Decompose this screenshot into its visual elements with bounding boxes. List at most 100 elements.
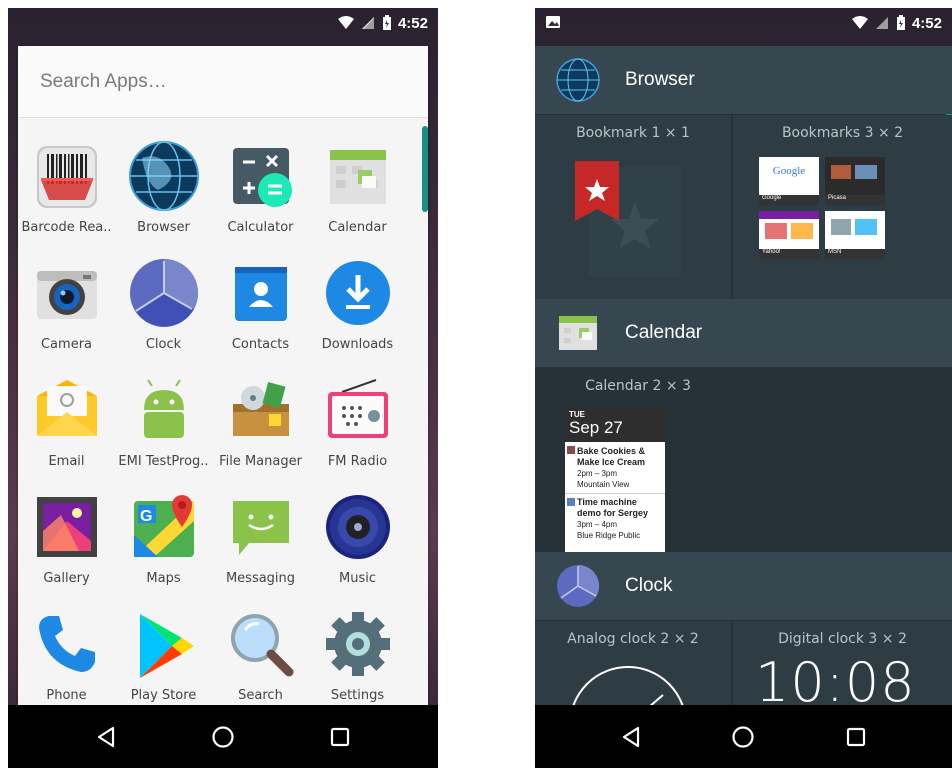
widget-analog-clock-2x2[interactable]: Analog clock 2 × 2	[535, 621, 731, 705]
browser-globe-icon	[128, 141, 199, 211]
thumb-msn: MSN	[825, 211, 885, 259]
phone-app-drawer: 4:52 Barcode Rea..	[8, 8, 438, 768]
status-time: 4:52	[397, 14, 428, 32]
contacts-icon	[234, 267, 287, 321]
home-button[interactable]	[728, 722, 758, 752]
search-bar[interactable]	[18, 46, 428, 118]
search-apps-input[interactable]	[40, 70, 380, 93]
calendar-preview-header: TUE Sep 27	[565, 408, 665, 442]
clock-icon	[129, 259, 198, 327]
app-settings[interactable]: Settings	[309, 598, 406, 715]
analog-clock-preview	[572, 666, 684, 705]
widget-bookmarks-3x2[interactable]: Bookmarks 3 × 2 Google Google Picasa Yah…	[733, 115, 952, 299]
app-email[interactable]: Email	[18, 364, 115, 481]
settings-icon	[325, 612, 390, 676]
app-phone[interactable]: Phone	[18, 598, 115, 715]
app-label: Browser	[137, 220, 190, 235]
back-icon	[98, 726, 115, 747]
drawer-scrollbar[interactable]	[422, 126, 428, 212]
app-label: Email	[48, 454, 85, 469]
status-bar: 4:52	[8, 8, 438, 38]
app-calendar[interactable]: Calendar	[309, 130, 406, 247]
calendar-event: Time machine demo for Sergey 3pm – 4pm B…	[565, 494, 665, 541]
widget-bookmark-1x1[interactable]: Bookmark 1 × 1	[535, 115, 731, 299]
app-label: Contacts	[231, 337, 290, 352]
app-clock[interactable]: Clock	[115, 247, 212, 364]
section-header-clock: Clock	[535, 552, 952, 620]
app-music[interactable]: Music	[309, 481, 406, 598]
app-search[interactable]: Search	[212, 598, 309, 715]
widget-digital-clock-3x2[interactable]: Digital clock 3 × 2 10:08	[733, 621, 952, 705]
app-downloads[interactable]: Downloads	[309, 247, 406, 364]
barcode-reader-icon	[36, 146, 97, 208]
widget-label: Bookmark 1 × 1	[576, 125, 690, 141]
app-barcode-reader[interactable]: Barcode Rea..	[18, 130, 115, 247]
app-browser[interactable]: Browser	[115, 130, 212, 247]
status-time: 4:52	[911, 14, 942, 32]
app-label: Calendar	[328, 220, 387, 235]
app-gallery[interactable]: Gallery	[18, 481, 115, 598]
section-title: Browser	[625, 69, 695, 90]
recents-button[interactable]	[841, 722, 871, 752]
app-label: EMI TestProg..	[118, 454, 209, 469]
home-icon	[212, 725, 234, 748]
app-label: FM Radio	[327, 454, 388, 469]
camera-icon	[36, 271, 97, 319]
app-emi-testprog[interactable]: EMI TestProg..	[115, 364, 212, 481]
gallery-icon	[36, 497, 97, 557]
app-file-manager[interactable]: File Manager	[212, 364, 309, 481]
digital-clock-time: 10:08	[755, 651, 916, 705]
signal-icon	[875, 17, 888, 29]
app-label: File Manager	[219, 454, 302, 469]
app-label: Search	[238, 688, 283, 703]
thumb-google: Google Google	[759, 157, 819, 205]
battery-icon	[896, 15, 905, 30]
app-label: Phone	[46, 688, 87, 703]
email-icon	[36, 380, 97, 436]
widget-calendar-2x3[interactable]: Calendar 2 × 3 TUE Sep 27 Bake Cookies &…	[535, 368, 952, 552]
app-contacts[interactable]: Contacts	[212, 247, 309, 364]
thumb-yahoo: Yahoo!	[759, 211, 819, 259]
calculator-icon	[232, 148, 292, 207]
section-header-browser: Browser	[535, 46, 952, 114]
status-bar: 4:52	[535, 8, 952, 38]
app-label: Maps	[146, 571, 181, 586]
app-label: Calculator	[227, 220, 294, 235]
battery-icon	[382, 15, 391, 30]
signal-icon	[361, 17, 374, 29]
app-maps[interactable]: G Maps	[115, 481, 212, 598]
thumb-picasa: Picasa	[825, 157, 885, 205]
back-icon	[623, 726, 640, 747]
app-label: Music	[339, 571, 376, 586]
app-messaging[interactable]: Messaging	[212, 481, 309, 598]
back-button[interactable]	[91, 722, 121, 752]
widget-label: Digital clock 3 × 2	[778, 631, 907, 647]
calendar-widget-preview: TUE Sep 27 Bake Cookies & Make Ice Cream…	[565, 408, 665, 552]
wifi-icon	[851, 16, 868, 29]
section-title: Calendar	[625, 322, 703, 343]
app-grid: Barcode Rea.. Browser Calculator Calenda…	[18, 130, 422, 715]
recents-icon	[330, 727, 349, 746]
maps-icon: G	[133, 495, 194, 557]
app-label: Gallery	[43, 571, 90, 586]
music-icon	[325, 495, 390, 559]
phone-widget-picker: 4:52 Browser Bookmark 1 × 1 Bookmarks 3 …	[535, 8, 952, 768]
app-camera[interactable]: Camera	[18, 247, 115, 364]
section-title: Clock	[625, 575, 673, 596]
app-label: Messaging	[225, 571, 296, 586]
recents-button[interactable]	[325, 722, 355, 752]
recents-icon	[846, 727, 865, 746]
android-icon	[143, 379, 184, 438]
app-play-store[interactable]: Play Store	[115, 598, 212, 715]
wifi-icon	[337, 16, 354, 29]
app-calculator[interactable]: Calculator	[212, 130, 309, 247]
app-fm-radio[interactable]: FM Radio	[309, 364, 406, 481]
app-label: Play Store	[130, 688, 197, 703]
app-label: Settings	[330, 688, 385, 703]
app-label: Camera	[40, 337, 93, 352]
home-button[interactable]	[208, 722, 238, 752]
app-label: Barcode Rea..	[21, 220, 112, 235]
back-button[interactable]	[616, 722, 646, 752]
downloads-icon	[325, 261, 390, 325]
widget-label: Bookmarks 3 × 2	[781, 125, 904, 141]
